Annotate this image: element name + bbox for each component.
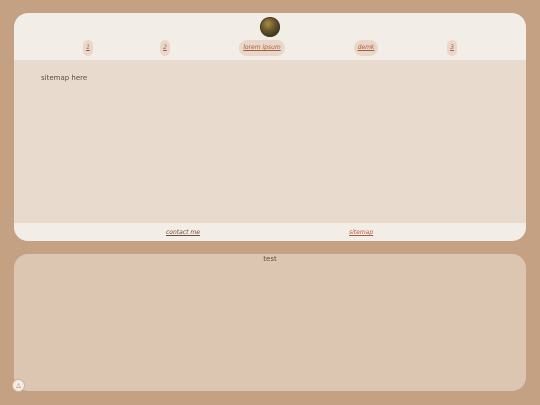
- triangle-up-icon: △: [16, 382, 21, 389]
- main-window: 1 2 lorem ipsum demk 3 sitemap here cont…: [14, 13, 526, 241]
- footer-link-contact[interactable]: contact me: [166, 229, 200, 236]
- panel-text: test: [263, 255, 277, 263]
- avatar[interactable]: [260, 17, 280, 37]
- content-text: sitemap here: [41, 74, 88, 82]
- footer-link-sitemap[interactable]: sitemap: [349, 229, 373, 236]
- nav-bar: 1 2 lorem ipsum demk 3: [14, 40, 526, 58]
- content-area: sitemap here: [14, 60, 526, 223]
- nav-item-lorem-ipsum[interactable]: lorem ipsum: [239, 40, 285, 56]
- footer: contact me sitemap: [14, 223, 526, 241]
- nav-item-3[interactable]: 3: [447, 40, 457, 56]
- nav-item-2[interactable]: 2: [160, 40, 170, 56]
- page: 1 2 lorem ipsum demk 3 sitemap here cont…: [0, 0, 540, 405]
- nav-item-demk[interactable]: demk: [354, 40, 378, 56]
- test-panel: test: [14, 254, 526, 391]
- scroll-up-button[interactable]: △: [12, 379, 25, 392]
- nav-item-1[interactable]: 1: [83, 40, 93, 56]
